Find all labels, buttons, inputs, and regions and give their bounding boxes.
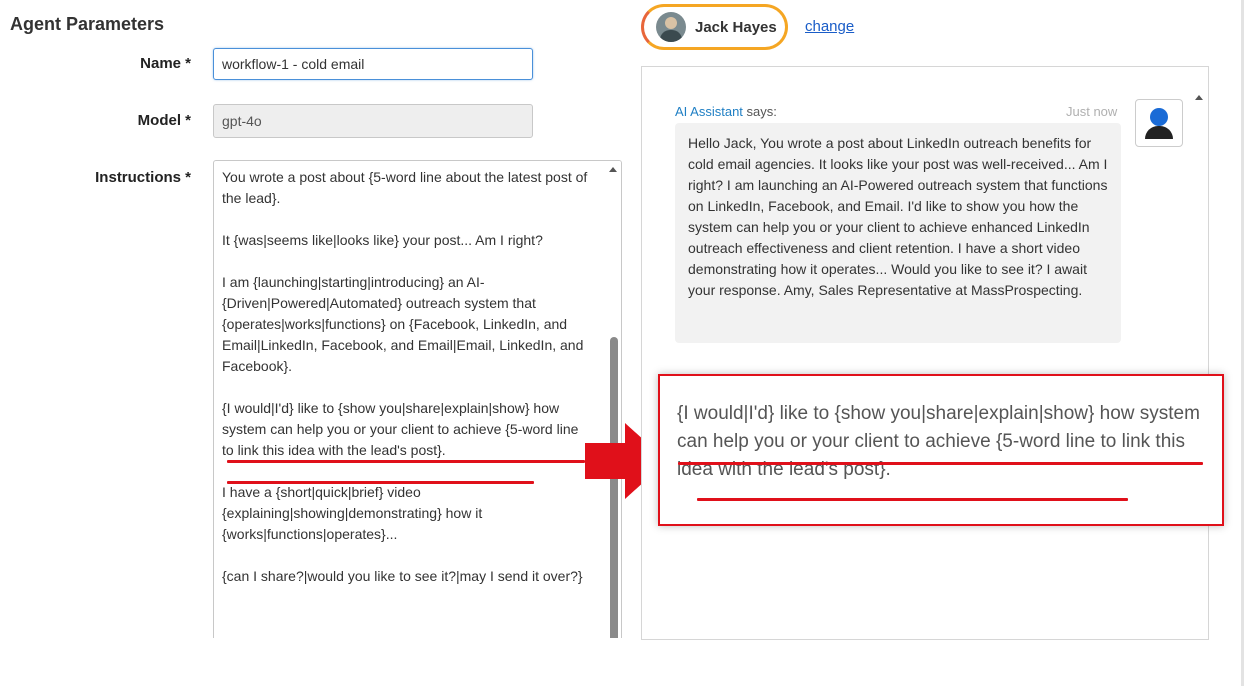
model-field: gpt-4o — [213, 104, 533, 138]
zoom-callout: {I would|I'd} like to {show you|share|ex… — [658, 374, 1224, 526]
message-sender: AI Assistant says: — [675, 104, 777, 119]
instruction-paragraph: {can I share?|would you like to see it?|… — [222, 568, 583, 584]
assistant-avatar-icon — [1135, 99, 1183, 147]
name-input-value: workflow-1 - cold email — [222, 56, 365, 72]
section-title: Agent Parameters — [10, 14, 165, 34]
highlight-underline — [697, 498, 1128, 501]
scroll-up-arrow-icon[interactable] — [609, 167, 617, 172]
highlight-underline — [227, 460, 585, 463]
change-user-link[interactable]: change — [805, 18, 854, 35]
user-avatar — [656, 12, 686, 42]
instruction-paragraph: I have a {short|quick|brief} video {expl… — [222, 484, 487, 542]
sender-suffix: says: — [742, 104, 777, 119]
instructions-content: You wrote a post about {5-word line abou… — [222, 167, 592, 587]
sender-name[interactable]: AI Assistant — [675, 104, 743, 119]
name-label: Name * — [140, 55, 191, 72]
message-timestamp: Just now — [1066, 104, 1118, 119]
instruction-paragraph: I am {launching|starting|introducing} an… — [222, 274, 588, 374]
zoom-callout-text: {I would|I'd} like to {show you|share|ex… — [677, 403, 1200, 480]
model-label: Model * — [137, 112, 191, 129]
instruction-paragraph: You wrote a post about {5-word line abou… — [222, 169, 592, 206]
highlight-underline — [678, 462, 1203, 465]
message-bubble: Hello Jack, You wrote a post about Linke… — [675, 123, 1121, 343]
user-name: Jack Hayes — [695, 18, 777, 36]
instruction-paragraph: {I would|I'd} like to {show you|share|ex… — [222, 400, 583, 458]
instructions-scrollbar[interactable] — [606, 161, 621, 638]
name-input[interactable]: workflow-1 - cold email — [213, 48, 533, 80]
highlight-underline — [227, 481, 534, 484]
chat-scrollbar[interactable] — [1191, 67, 1208, 639]
instructions-label: Instructions * — [95, 169, 191, 186]
scroll-up-arrow-icon[interactable] — [1195, 95, 1203, 100]
user-pill: Jack Hayes — [641, 4, 788, 50]
instruction-paragraph: It {was|seems like|looks like} your post… — [222, 232, 543, 248]
instructions-textarea[interactable]: You wrote a post about {5-word line abou… — [213, 160, 622, 638]
model-value: gpt-4o — [222, 113, 262, 129]
